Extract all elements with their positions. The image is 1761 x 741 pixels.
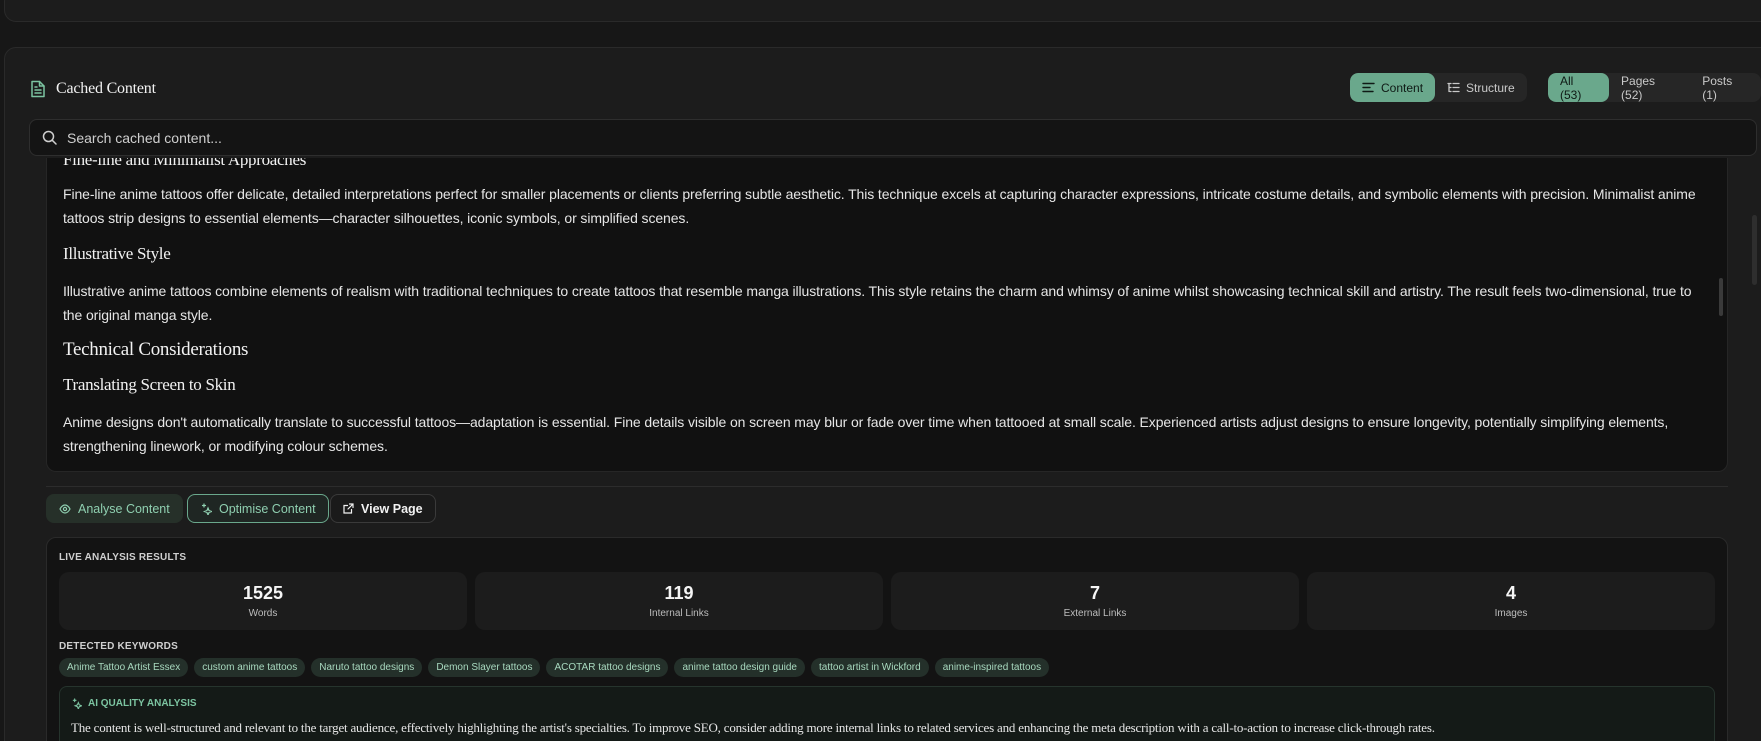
- stat-internal-links: 119 Internal Links: [475, 572, 883, 630]
- page-title: Cached Content: [56, 80, 156, 97]
- panel-header: Cached Content: [30, 74, 156, 104]
- view-toggle: Content Structure: [1350, 73, 1527, 102]
- analyse-content-button[interactable]: Analyse Content: [46, 494, 183, 523]
- sparkles-icon: [71, 698, 82, 709]
- content-filter: All (53) Pages (52) Posts (1): [1548, 73, 1761, 102]
- filter-all[interactable]: All (53): [1548, 73, 1610, 102]
- view-page-button[interactable]: View Page: [330, 494, 436, 523]
- keyword-chip: ACOTAR tattoo designs: [546, 658, 669, 677]
- ai-quality-title: AI QUALITY ANALYSIS: [88, 698, 197, 709]
- tab-content-label: Content: [1381, 80, 1424, 95]
- content-preview[interactable]: Fine-line and Minimalist Approaches Fine…: [46, 158, 1728, 472]
- stat-words: 1525 Words: [59, 572, 467, 630]
- document-icon: [30, 80, 46, 98]
- view-page-label: View Page: [361, 501, 423, 516]
- live-analysis-title: LIVE ANALYSIS RESULTS: [59, 552, 187, 563]
- search-input[interactable]: [67, 129, 1667, 146]
- paragraph-translating: Anime designs don't automatically transl…: [63, 414, 1669, 454]
- keyword-chip: Anime Tattoo Artist Essex: [59, 658, 189, 677]
- stat-label: Internal Links: [649, 608, 709, 619]
- stat-value: 119: [664, 583, 694, 603]
- keyword-chip: custom anime tattoos: [194, 658, 306, 677]
- optimise-content-label: Optimise Content: [219, 501, 316, 516]
- list-tree-icon: [1447, 82, 1460, 93]
- ai-quality-title-row: AI QUALITY ANALYSIS: [71, 698, 197, 709]
- tab-content[interactable]: Content: [1350, 73, 1436, 102]
- stat-value: 7: [1089, 583, 1100, 603]
- keyword-list: Anime Tattoo Artist Essex custom anime t…: [59, 658, 1050, 677]
- stat-label: Words: [248, 608, 278, 619]
- external-link-icon: [343, 503, 354, 514]
- keyword-chip: anime-inspired tattoos: [934, 658, 1050, 677]
- paragraph-illustrative: Illustrative anime tattoos combine eleme…: [63, 283, 1692, 323]
- search-icon: [42, 130, 57, 145]
- keyword-chip: Naruto tattoo designs: [311, 658, 423, 677]
- stat-label: Images: [1494, 608, 1528, 619]
- heading-illustrative: Illustrative Style: [63, 244, 171, 263]
- content-scrollbar[interactable]: [1719, 278, 1723, 316]
- panel-scrollbar[interactable]: [1752, 215, 1757, 285]
- keyword-chip: anime tattoo design guide: [674, 658, 805, 677]
- stat-value: 4: [1505, 583, 1516, 603]
- filter-pages[interactable]: Pages (52): [1609, 73, 1690, 102]
- keyword-chip: tattoo artist in Wickford: [811, 658, 929, 677]
- ai-quality-text: The content is well-structured and relev…: [71, 720, 1435, 735]
- stat-label: External Links: [1063, 608, 1127, 619]
- stat-value: 1525: [242, 583, 284, 603]
- stat-external-links: 7 External Links: [891, 572, 1299, 630]
- paragraph-fine-line: Fine-line anime tattoos offer delicate, …: [63, 186, 1696, 226]
- keywords-title: DETECTED KEYWORDS: [59, 641, 178, 652]
- ai-quality-analysis: AI QUALITY ANALYSIS The content is well-…: [59, 686, 1715, 741]
- sparkles-icon: [200, 502, 212, 515]
- search-bar: [29, 119, 1757, 156]
- section-divider: [46, 486, 1728, 487]
- keyword-chip: Demon Slayer tattoos: [428, 658, 541, 677]
- eye-icon: [59, 503, 71, 514]
- stat-images: 4 Images: [1307, 572, 1715, 630]
- heading-translating: Translating Screen to Skin: [63, 375, 236, 394]
- analyse-content-label: Analyse Content: [78, 501, 170, 516]
- heading-fine-line: Fine-line and Minimalist Approaches: [63, 158, 307, 168]
- filter-posts[interactable]: Posts (1): [1690, 73, 1761, 102]
- tab-structure[interactable]: Structure: [1435, 73, 1527, 102]
- top-panel: [4, 0, 1761, 22]
- tab-structure-label: Structure: [1466, 80, 1515, 95]
- content-body: Fine-line and Minimalist Approaches Fine…: [63, 158, 1703, 458]
- heading-technical: Technical Considerations: [63, 339, 249, 360]
- align-left-icon: [1362, 82, 1375, 93]
- optimise-content-button[interactable]: Optimise Content: [187, 494, 329, 523]
